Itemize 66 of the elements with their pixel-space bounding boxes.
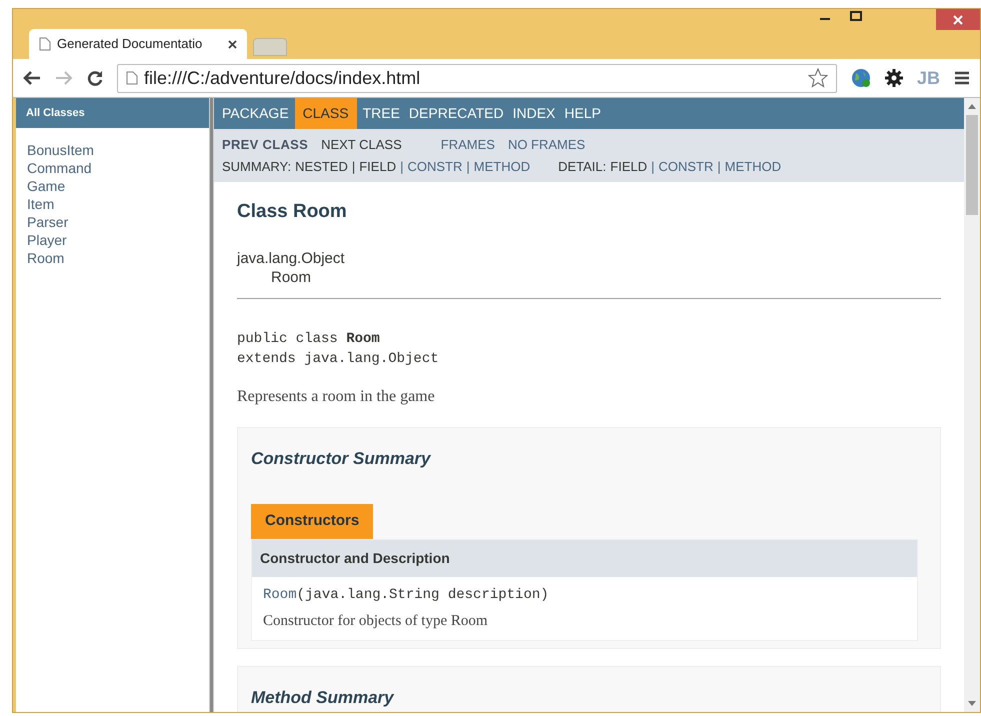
menu-icon[interactable] [954,71,970,85]
tab-title: Generated Documentatio [57,35,204,54]
globe-icon[interactable] [850,68,871,88]
class-link[interactable]: Parser [27,213,198,231]
table-caption: Constructors [251,504,374,538]
nav-link[interactable]: | [717,157,721,177]
class-description: Represents a room in the game [237,386,436,406]
nav-text: PREV CLASS [222,136,308,154]
class-link[interactable]: Command [27,159,198,177]
nav-link[interactable]: CONSTR [407,157,462,177]
reload-icon[interactable] [87,70,103,86]
settings-icon[interactable] [884,69,903,87]
class-title: Class Room [237,200,348,224]
maximize-icon[interactable] [850,11,862,21]
extension-button[interactable]: JB [916,64,940,92]
nav-text: FIELD [610,158,648,176]
close-icon[interactable] [228,40,237,48]
class-link[interactable]: Item [27,195,198,213]
constructor-link[interactable]: Room [263,586,297,602]
nav-link[interactable]: | [651,157,654,177]
inheritance-entry: Room [270,268,312,286]
nav-tab[interactable]: DEPRECATED [406,98,507,129]
section-heading: Constructor Summary [251,448,432,470]
scroll-up-icon[interactable] [968,103,976,109]
scroll-down-icon[interactable] [968,701,976,707]
section-heading: Method Summary [251,687,396,709]
nav-link[interactable]: FRAMES [440,135,495,155]
nav-link[interactable]: NO FRAMES [508,135,586,155]
page-icon [126,71,138,85]
page-icon [39,37,51,51]
sidebar-header: All Classes [16,98,209,128]
address-bar[interactable]: file:///C:/adventure/docs/index.html [117,64,837,92]
nav-link[interactable]: METHOD [474,157,530,177]
nav-tab[interactable]: HELP [561,98,604,129]
inheritance-entry: java.lang.Object [237,248,346,268]
nav-link[interactable]: CONSTR [658,157,714,177]
nav-tab[interactable]: CLASS [294,98,357,129]
class-link[interactable]: Game [27,177,198,195]
scrollbar-thumb[interactable] [966,115,978,215]
class-link[interactable]: Room [27,249,198,267]
class-link[interactable]: BonusItem [27,141,198,159]
back-icon[interactable] [23,71,41,85]
column-header: Constructor and Description [252,540,917,576]
nav-text: | [352,158,356,176]
nav-tab[interactable]: INDEX [510,98,558,129]
nav-text: NEXT CLASS [321,136,402,154]
scrollbar[interactable] [964,98,980,712]
constructor-params: (java.lang.String description) [296,586,549,602]
nav-text: FIELD [359,158,396,176]
bookmark-star-icon[interactable] [808,68,828,88]
class-link[interactable]: Player [27,231,198,249]
nav-tab[interactable]: PACKAGE [219,98,292,129]
constructor-description: Constructor for objects of type Room [263,612,489,630]
nav-text: DETAIL: [558,158,606,176]
nav-text: SUMMARY: [222,158,292,176]
close-button[interactable] [936,9,980,30]
browser-tab[interactable]: Generated Documentatio [29,29,247,59]
nav-link[interactable]: | [466,157,470,177]
nav-tab[interactable]: TREE [360,98,403,129]
close-icon [953,14,963,24]
nav-link[interactable]: | [400,157,404,177]
nav-link[interactable]: METHOD [724,157,782,177]
address-text: file:///C:/adventure/docs/index.html [144,66,422,90]
nav-text: NESTED [295,158,348,176]
signature-line: extends java.lang.Object [237,350,440,368]
signature-line: public class Room [237,330,381,348]
